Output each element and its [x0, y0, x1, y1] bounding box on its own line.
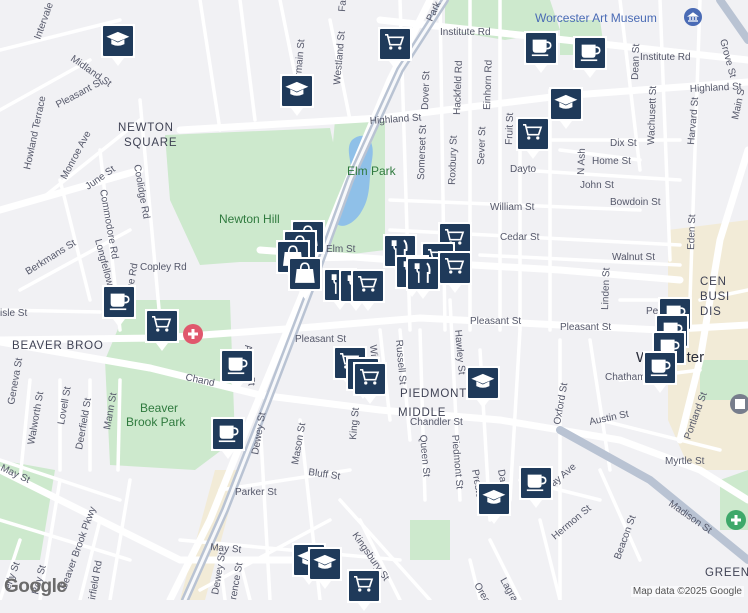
neighborhood-label: BUSI — [700, 291, 730, 303]
street-label: John St — [580, 180, 614, 191]
marker-shopping[interactable] — [351, 360, 389, 406]
street-label: Elm St — [326, 244, 356, 255]
street-label: Chatham — [605, 372, 646, 383]
neighborhood-label: BEAVER BROO — [12, 340, 104, 352]
street-label: Fa — [337, 0, 349, 12]
street-label: Hackfeld Rd — [452, 60, 465, 115]
street-label: Sever St — [476, 126, 488, 165]
marker-cafe[interactable] — [218, 347, 256, 393]
street-label: Home St — [592, 156, 631, 167]
neighborhood-label: NEWTON — [118, 122, 174, 134]
marker-shopping[interactable] — [143, 307, 181, 353]
street-label: Copley Rd — [140, 262, 187, 273]
marker-cafe[interactable] — [641, 349, 679, 395]
marker-cafe[interactable] — [571, 34, 609, 80]
street-label: isle St — [0, 308, 27, 319]
street-label: N Ash — [576, 148, 588, 175]
park-south — [410, 520, 450, 560]
park-label: Newton Hill — [219, 212, 280, 226]
marker-cafe[interactable] — [522, 29, 560, 75]
street-label: Wachusett St — [646, 85, 659, 145]
google-logo: Google — [4, 576, 67, 597]
park-label: Brook Park — [126, 415, 186, 429]
marker-school[interactable] — [475, 480, 513, 526]
park-label: Beaver — [140, 401, 178, 415]
marker-cafe[interactable] — [517, 464, 555, 510]
hospital-icon[interactable] — [726, 510, 746, 530]
neighborhood-label: CEN — [700, 276, 727, 288]
street-label: Bowdoin St — [610, 197, 661, 208]
marker-shopping[interactable] — [436, 249, 474, 295]
park-label: Elm Park — [347, 164, 397, 178]
street-label: Dover St — [420, 71, 432, 110]
street-label: Dix St — [610, 138, 637, 149]
museum-icon[interactable] — [684, 8, 702, 26]
marker-school[interactable] — [464, 364, 502, 410]
marker-shopping[interactable] — [376, 25, 414, 71]
marker-school[interactable] — [278, 72, 316, 118]
marker-store[interactable] — [286, 255, 324, 301]
street-label: Cedar St — [500, 232, 540, 243]
neighborhood-label: DIS — [700, 306, 722, 318]
neighborhood-label: SQUARE — [124, 137, 177, 149]
marker-cafe[interactable] — [209, 415, 247, 461]
neighborhood-label: GREEN — [705, 567, 748, 579]
street-label: Pleasant St — [560, 322, 611, 333]
street-label: Parker St — [235, 487, 277, 498]
street-label: Pleasant St — [470, 316, 521, 327]
street-label: Walnut St — [612, 252, 655, 263]
marker-school[interactable] — [99, 22, 137, 68]
street-label: Roxbury St — [447, 135, 460, 185]
marker-school[interactable] — [306, 545, 344, 591]
street-label: William St — [490, 202, 535, 213]
street-label: Dayto — [510, 164, 537, 175]
marker-shopping[interactable] — [345, 567, 383, 613]
street-label: Dean St — [630, 43, 642, 80]
street-label: Eden St — [686, 214, 698, 250]
hospital-icon[interactable] — [183, 324, 203, 344]
marker-shopping[interactable] — [349, 267, 387, 313]
marker-shopping[interactable] — [514, 115, 552, 161]
street-label: Institute Rd — [640, 52, 691, 63]
street-label: Somerset St — [416, 125, 429, 181]
street-label: Institute Rd — [440, 27, 491, 38]
street-label: Einhorn Rd — [482, 60, 495, 110]
neighborhood-label: MIDDLE — [398, 407, 446, 419]
marker-school[interactable] — [547, 85, 585, 131]
street-label: Myrtle St — [665, 456, 705, 467]
neighborhood-label: PIEDMONT — [400, 388, 467, 400]
marker-cafe[interactable] — [100, 283, 138, 329]
street-label: Linden St — [600, 267, 612, 310]
poi-label: Worcester Art Museum — [535, 11, 657, 25]
map-attribution: Map data ©2025 Google — [630, 586, 744, 597]
